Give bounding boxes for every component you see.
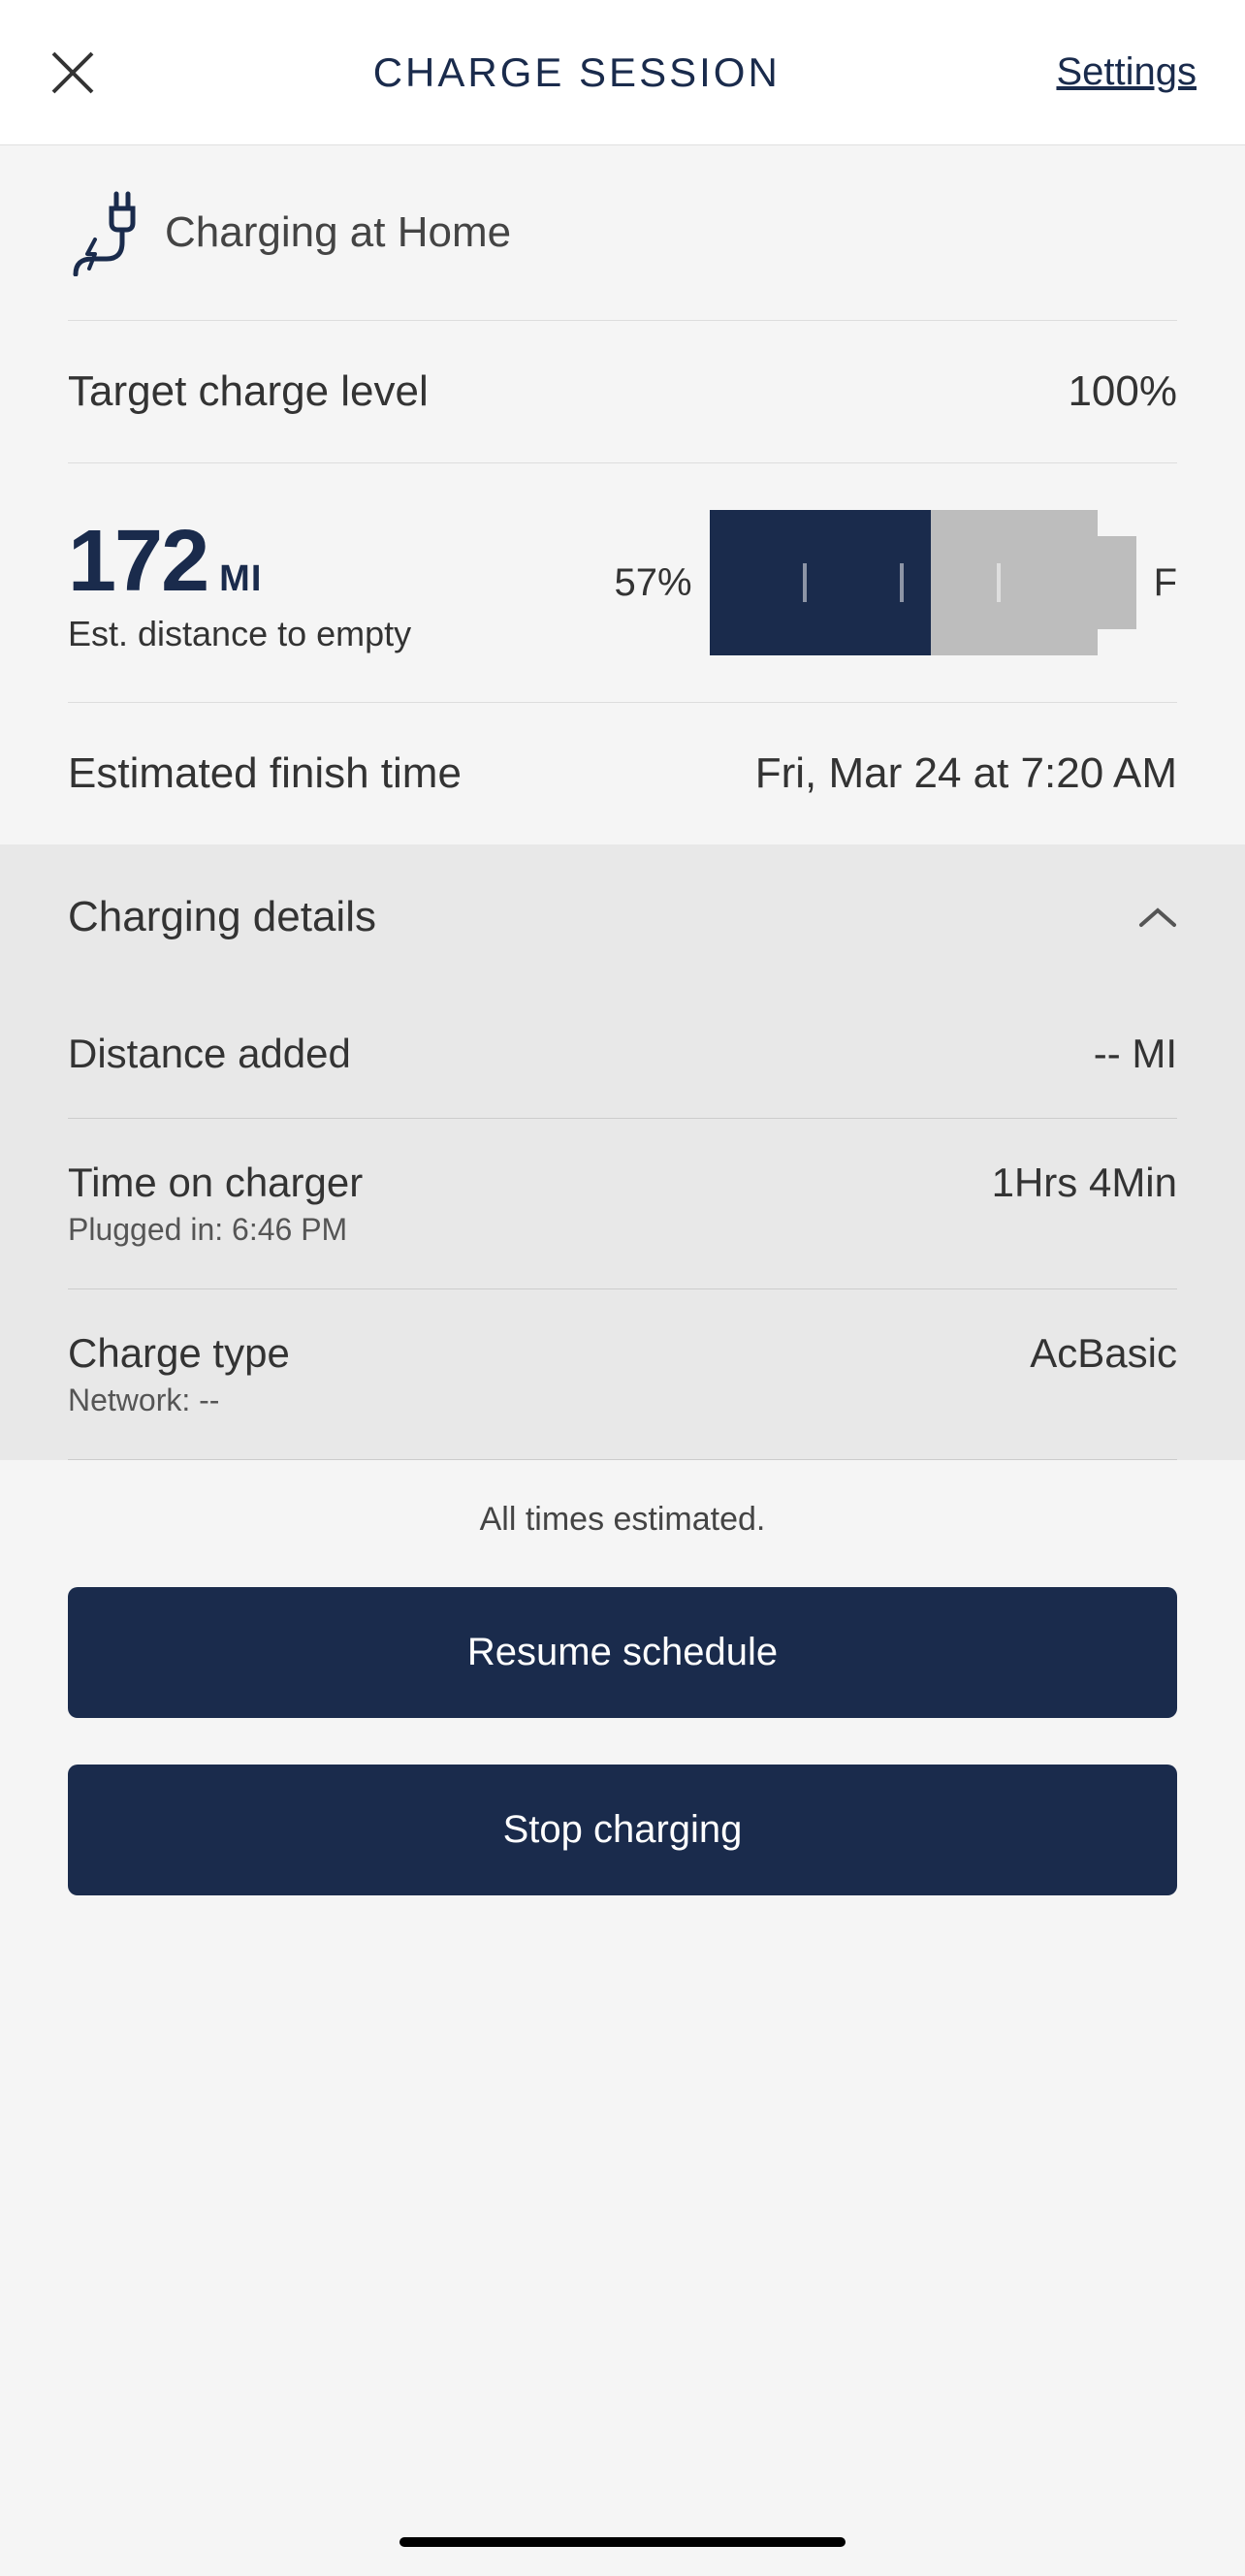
battery-icon bbox=[710, 510, 1136, 655]
estimate-note: All times estimated. bbox=[68, 1460, 1177, 1587]
detail-value: AcBasic bbox=[1030, 1330, 1177, 1377]
battery-display: 57% F bbox=[615, 510, 1178, 655]
battery-cap bbox=[1098, 536, 1136, 629]
distance-info: 172 MI Est. distance to empty bbox=[68, 512, 411, 654]
battery-row: 172 MI Est. distance to empty 57% F bbox=[68, 463, 1177, 703]
distance-main: 172 MI bbox=[68, 512, 411, 612]
detail-label: Time on charger bbox=[68, 1160, 363, 1206]
details-header[interactable]: Charging details bbox=[68, 844, 1177, 990]
close-icon[interactable] bbox=[48, 48, 97, 97]
detail-left: Charge type Network: -- bbox=[68, 1330, 290, 1418]
distance-label: Est. distance to empty bbox=[68, 614, 411, 654]
battery-tick bbox=[900, 563, 904, 602]
battery-tick bbox=[803, 563, 807, 602]
charge-location-row: Charging at Home bbox=[68, 145, 1177, 321]
distance-unit: MI bbox=[219, 558, 262, 600]
detail-left: Time on charger Plugged in: 6:46 PM bbox=[68, 1160, 363, 1248]
charging-plug-icon bbox=[68, 189, 136, 276]
detail-sublabel: Network: -- bbox=[68, 1383, 290, 1418]
detail-value: 1Hrs 4Min bbox=[992, 1160, 1177, 1206]
details-title: Charging details bbox=[68, 893, 376, 941]
target-charge-row[interactable]: Target charge level 100% bbox=[68, 321, 1177, 463]
target-label: Target charge level bbox=[68, 367, 429, 416]
distance-added-row: Distance added -- MI bbox=[68, 990, 1177, 1119]
detail-label: Distance added bbox=[68, 1031, 351, 1077]
full-label: F bbox=[1154, 561, 1177, 605]
charge-type-row: Charge type Network: -- AcBasic bbox=[68, 1289, 1177, 1460]
finish-time-row: Estimated finish time Fri, Mar 24 at 7:2… bbox=[68, 703, 1177, 844]
page-title: CHARGE SESSION bbox=[373, 49, 781, 96]
percent-label: 57% bbox=[615, 561, 692, 605]
chevron-up-icon bbox=[1138, 906, 1177, 930]
content: Charging at Home Target charge level 100… bbox=[0, 145, 1245, 1895]
finish-value: Fri, Mar 24 at 7:20 AM bbox=[755, 749, 1177, 798]
home-indicator[interactable] bbox=[399, 2537, 846, 2547]
location-text: Charging at Home bbox=[165, 208, 511, 257]
finish-label: Estimated finish time bbox=[68, 749, 462, 798]
distance-value: 172 bbox=[68, 512, 208, 612]
detail-label: Charge type bbox=[68, 1330, 290, 1377]
resume-schedule-button[interactable]: Resume schedule bbox=[68, 1587, 1177, 1718]
settings-link[interactable]: Settings bbox=[1056, 50, 1197, 94]
time-on-charger-row: Time on charger Plugged in: 6:46 PM 1Hrs… bbox=[68, 1119, 1177, 1289]
header: CHARGE SESSION Settings bbox=[0, 0, 1245, 145]
stop-charging-button[interactable]: Stop charging bbox=[68, 1765, 1177, 1895]
target-value: 100% bbox=[1068, 367, 1177, 416]
battery-tick bbox=[997, 563, 1001, 602]
detail-sublabel: Plugged in: 6:46 PM bbox=[68, 1212, 363, 1248]
battery-fill bbox=[710, 510, 931, 655]
details-section: Charging details Distance added -- MI Ti… bbox=[0, 844, 1245, 1460]
detail-value: -- MI bbox=[1094, 1031, 1177, 1077]
